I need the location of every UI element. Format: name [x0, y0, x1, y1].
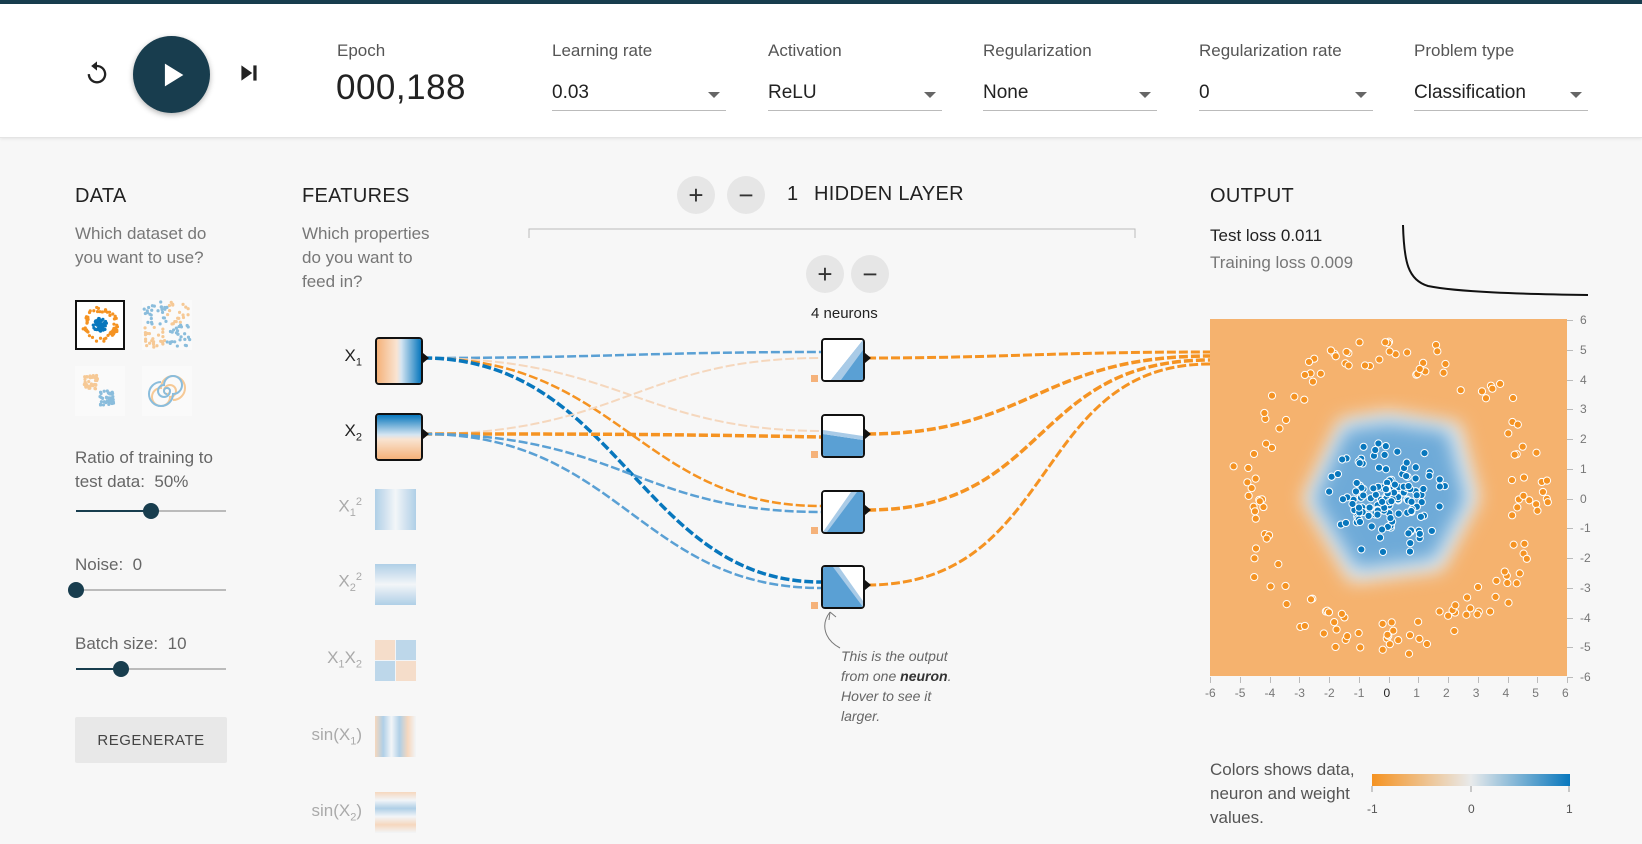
- link-x2-h1[interactable]: [422, 357, 822, 435]
- y-tick-mark: [1567, 349, 1573, 351]
- x-tick-mark: [1358, 677, 1360, 683]
- bias-2[interactable]: [811, 451, 818, 458]
- bias-3[interactable]: [811, 527, 818, 534]
- test-loss-value: 0.011: [1280, 226, 1323, 245]
- x-tick-label: 0: [1383, 686, 1391, 700]
- link-h2-out[interactable]: [866, 354, 1211, 436]
- y-tick-label: 0: [1580, 491, 1587, 506]
- output-title: OUTPUT: [1210, 185, 1295, 207]
- link-x1-h2[interactable]: [422, 357, 822, 432]
- x-tick-label: -4: [1264, 686, 1276, 700]
- y-tick-label: 6: [1580, 313, 1587, 327]
- output-heatmap[interactable]: [1210, 319, 1567, 676]
- y-tick-mark: [1567, 528, 1573, 530]
- x-tick-mark: [1477, 677, 1479, 683]
- legend-min: -1: [1367, 802, 1378, 816]
- y-tick-label: -5: [1580, 640, 1591, 655]
- neuron-hint: This is the output from one neuron. Hove…: [841, 646, 971, 726]
- y-tick-label: 4: [1580, 372, 1587, 387]
- y-tick-mark: [1567, 587, 1573, 589]
- x-tick-mark: [1567, 677, 1568, 683]
- link-x1-h3[interactable]: [422, 356, 822, 508]
- y-tick-label: 3: [1580, 402, 1587, 417]
- x-tick-label: 4: [1502, 686, 1510, 700]
- y-tick-mark: [1567, 439, 1573, 440]
- y-tick-mark: [1567, 409, 1573, 411]
- neuron-hint-bold: neuron: [900, 668, 948, 684]
- link-h3-out[interactable]: [866, 358, 1211, 512]
- x-tick-mark: [1269, 677, 1271, 683]
- x-tick-label: -5: [1234, 686, 1246, 700]
- y-tick-mark: [1567, 498, 1573, 500]
- loss-curve: [1402, 224, 1589, 296]
- legend-mid: 0: [1468, 802, 1475, 816]
- x-tick-label: 2: [1443, 686, 1450, 700]
- y-tick-mark: [1567, 617, 1573, 619]
- x-tick-label: -1: [1353, 686, 1365, 700]
- x-tick-mark: [1210, 677, 1211, 683]
- y-tick-mark: [1567, 647, 1573, 649]
- y-tick-label: 5: [1580, 342, 1587, 357]
- y-tick-label: -2: [1580, 551, 1591, 565]
- x-tick-label: -6: [1205, 686, 1216, 700]
- legend-max: 1: [1566, 802, 1573, 816]
- x-tick-label: -3: [1294, 686, 1305, 700]
- y-tick-mark: [1567, 379, 1573, 381]
- color-legend: [1371, 774, 1570, 792]
- x-tick-label: 6: [1562, 686, 1569, 700]
- x-tick-mark: [1388, 677, 1390, 683]
- x-tick-mark: [1507, 677, 1509, 683]
- y-tick-label: 2: [1580, 432, 1587, 446]
- link-x1-h1[interactable]: [422, 350, 822, 360]
- y-tick-label: -6: [1580, 670, 1591, 684]
- x-tick-mark: [1448, 677, 1449, 683]
- y-tick-label: -3: [1580, 580, 1591, 595]
- training-loss-value: 0.009: [1310, 253, 1354, 272]
- test-loss-label: Test loss: [1210, 226, 1277, 245]
- bias-4[interactable]: [811, 602, 818, 609]
- link-x2-h2[interactable]: [422, 432, 822, 439]
- y-tick-mark: [1567, 468, 1573, 470]
- y-tick-label: 1: [1580, 461, 1587, 476]
- x-tick-mark: [1418, 677, 1420, 683]
- color-legend-caption: Colors shows data, neuron and weight val…: [1210, 760, 1355, 827]
- x-tick-label: 5: [1532, 686, 1539, 700]
- y-tick-mark: [1567, 558, 1573, 559]
- x-tick-mark: [1329, 677, 1330, 683]
- neuron-4[interactable]: [821, 565, 865, 609]
- x-tick-mark: [1537, 677, 1539, 683]
- link-h4-out[interactable]: [866, 362, 1211, 587]
- training-loss-label: Training loss: [1210, 253, 1306, 272]
- y-tick-label: -1: [1580, 521, 1591, 536]
- x-tick-label: -2: [1324, 686, 1335, 700]
- neuron-1[interactable]: [821, 338, 865, 382]
- link-x2-h4[interactable]: [422, 432, 822, 590]
- neuron-2[interactable]: [821, 414, 865, 458]
- link-x1-h4[interactable]: [422, 356, 822, 584]
- x-tick-label: 3: [1472, 686, 1480, 700]
- neuron-3[interactable]: [821, 490, 865, 534]
- x-tick-mark: [1299, 677, 1301, 683]
- x-tick-mark: [1239, 677, 1241, 683]
- y-tick-label: -4: [1580, 610, 1591, 625]
- test-loss: Test loss 0.011: [1210, 226, 1322, 246]
- x-tick-label: 1: [1413, 686, 1420, 700]
- training-loss: Training loss 0.009: [1210, 253, 1353, 273]
- y-tick-mark: [1567, 320, 1573, 321]
- bias-1[interactable]: [811, 375, 818, 382]
